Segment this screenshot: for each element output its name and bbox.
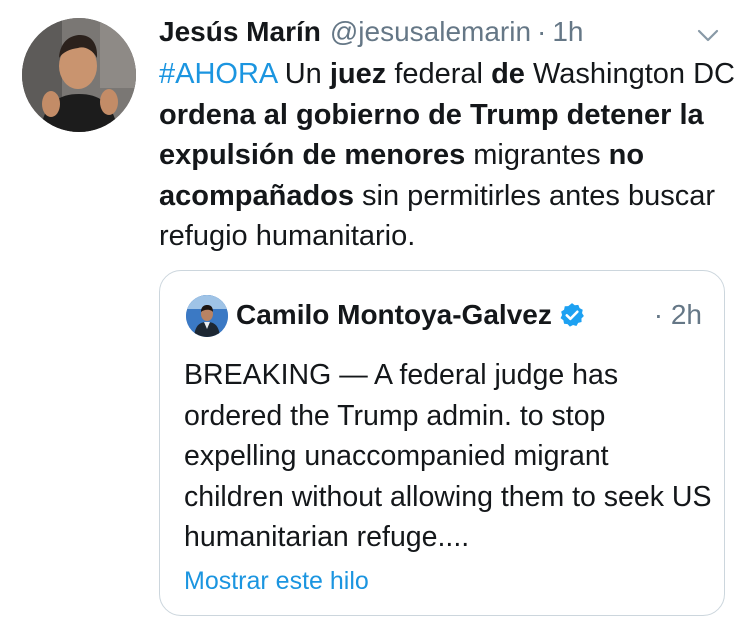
quoted-time-value: 2h — [670, 299, 702, 330]
avatar-photo — [186, 295, 228, 337]
tweet-text-segment: Washington DC — [524, 58, 735, 90]
tweet-header: Jesús Marín @jesusalemarin · 1h — [159, 12, 722, 52]
quoted-tweet-header: Camilo Montoya-Galvez · 2h — [236, 295, 702, 335]
author-avatar[interactable] — [22, 18, 136, 132]
tweet-timestamp[interactable]: 1h — [552, 12, 583, 52]
tweet-text-segment: migrantes — [465, 139, 609, 171]
author-handle[interactable]: @jesusalemarin — [330, 12, 531, 52]
tweet-text: #AHORA Un juez federal de Washington DC … — [159, 54, 739, 257]
separator-dot: · — [653, 299, 664, 330]
tweet-text-bold: de — [491, 58, 525, 90]
tweet-text-bold: juez — [329, 58, 387, 90]
show-thread-link[interactable]: Mostrar este hilo — [184, 565, 369, 597]
avatar-photo — [22, 18, 136, 132]
tweet-text-segment: federal — [386, 58, 492, 90]
quoted-author-name: Camilo Montoya-Galvez — [236, 299, 552, 330]
author-name[interactable]: Jesús Marín — [159, 12, 321, 52]
hashtag-link[interactable]: #AHORA — [159, 58, 277, 90]
tweet-text-segment: Un — [276, 58, 330, 90]
quoted-tweet-text: BREAKING — A federal judge has ordered t… — [184, 359, 712, 553]
chevron-down-icon[interactable] — [694, 20, 722, 48]
quoted-tweet-card[interactable]: Camilo Montoya-Galvez · 2h BREAKING — A … — [159, 270, 725, 616]
separator-dot: · — [537, 16, 547, 47]
quoted-tweet-timestamp: · 2h — [654, 299, 702, 331]
quoted-author-avatar — [186, 295, 228, 337]
verified-badge-icon — [558, 301, 586, 329]
